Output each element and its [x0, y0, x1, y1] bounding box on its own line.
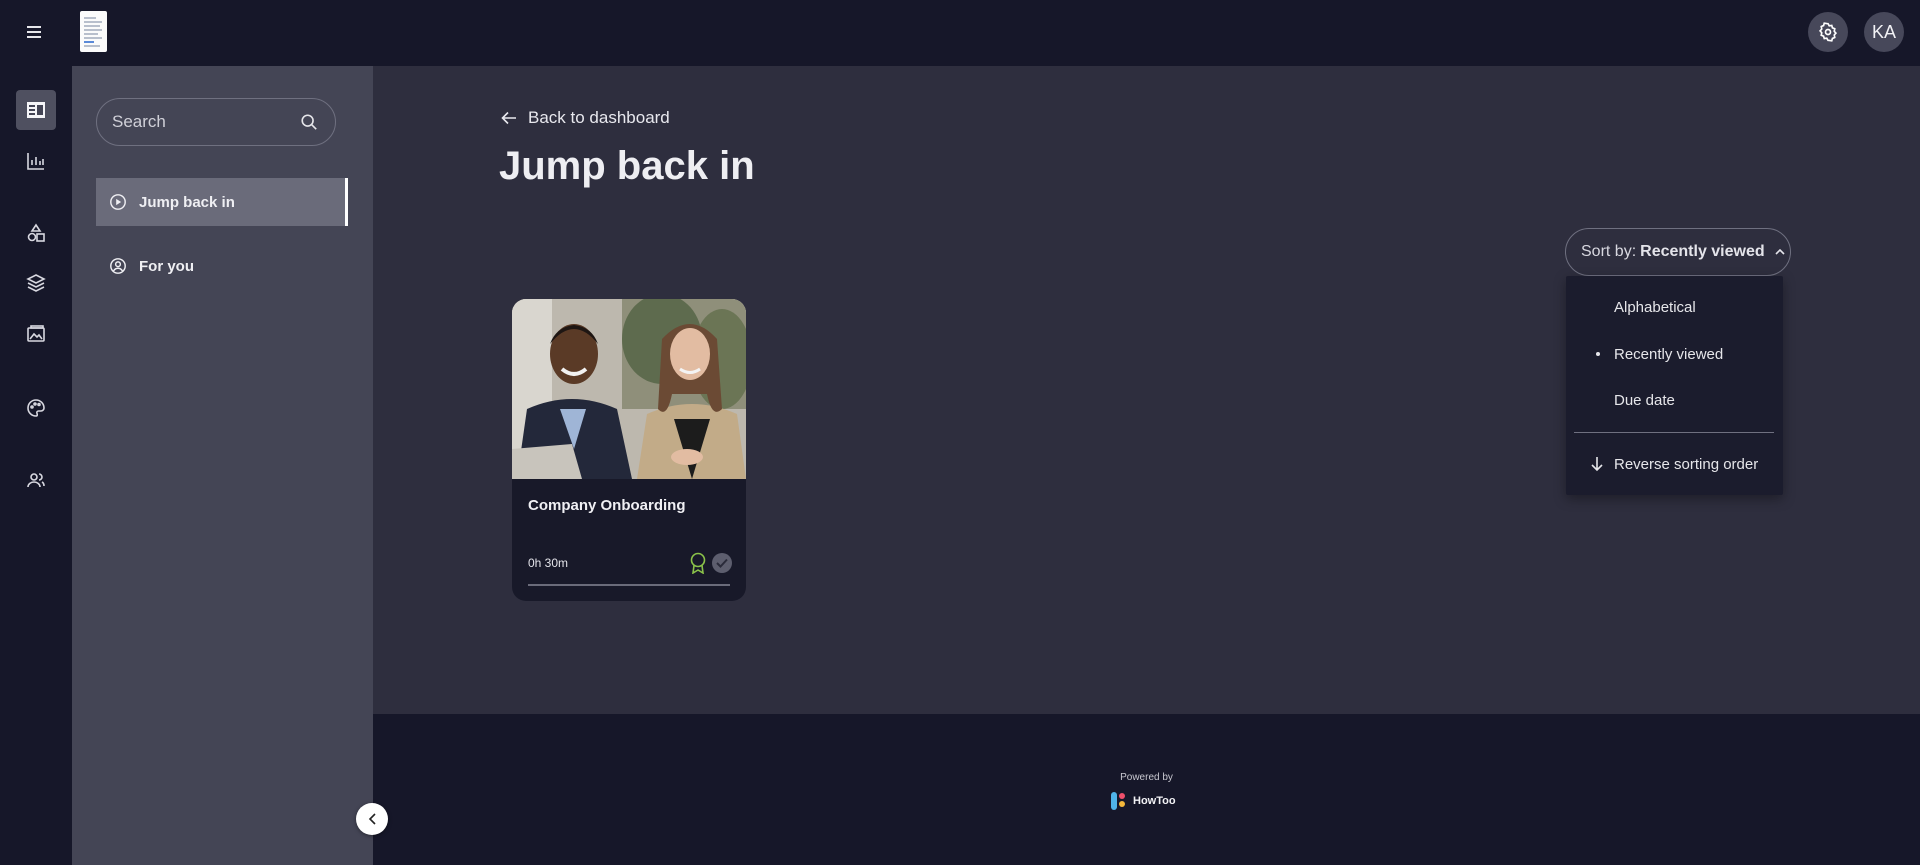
app-logo[interactable]	[80, 11, 107, 52]
reverse-sorting-label: Reverse sorting order	[1614, 455, 1759, 473]
back-to-dashboard-label: Back to dashboard	[528, 108, 670, 127]
menu-icon[interactable]	[22, 20, 46, 44]
rail-users-button[interactable]	[16, 460, 56, 500]
search-icon[interactable]	[299, 112, 319, 132]
footer: Powered by HowToo	[373, 714, 1920, 865]
course-duration: 0h 30m	[528, 556, 569, 570]
sort-dropdown-button[interactable]: Sort by: Recently viewed	[1565, 228, 1791, 276]
sort-menu: Alphabetical Recently viewed Due date Re…	[1566, 276, 1783, 495]
top-bar: KA	[0, 0, 1920, 66]
back-to-dashboard-link[interactable]: Back to dashboard	[501, 108, 670, 128]
page-title: Jump back in	[499, 144, 755, 188]
sort-option-alphabetical[interactable]: Alphabetical	[1566, 287, 1783, 327]
rail-media-button[interactable]	[16, 314, 56, 354]
course-title: Company Onboarding	[528, 497, 686, 514]
reverse-sorting-option[interactable]: Reverse sorting order	[1566, 444, 1783, 484]
image-icon	[27, 325, 45, 342]
rail-shapes-button[interactable]	[16, 213, 56, 253]
arrow-down-icon	[1590, 456, 1606, 472]
sort-option-due-date[interactable]: Due date	[1566, 380, 1783, 420]
book-icon	[27, 102, 45, 118]
course-progress-bar	[528, 584, 730, 586]
search-box[interactable]	[96, 98, 336, 146]
powered-by-label: Powered by	[1120, 772, 1173, 783]
collapse-sidebar-button[interactable]	[356, 803, 388, 835]
avatar[interactable]: KA	[1864, 12, 1904, 52]
sidebar: Jump back in For you	[72, 66, 373, 865]
rail-learning-button[interactable]	[16, 90, 56, 130]
palette-icon	[27, 399, 45, 417]
chevron-up-icon	[1775, 246, 1787, 258]
sort-option-label: Due date	[1614, 391, 1675, 409]
sort-selected-value: Recently viewed	[1640, 243, 1765, 260]
rail-theme-button[interactable]	[16, 388, 56, 428]
sidebar-item-jump-back-in[interactable]: Jump back in	[96, 178, 348, 226]
search-input[interactable]	[112, 112, 292, 132]
selected-bullet-icon	[1596, 352, 1600, 356]
sidebar-item-label: Jump back in	[139, 193, 235, 211]
arrow-left-icon	[501, 109, 519, 127]
brand-name: HowToo	[1133, 795, 1176, 807]
main-content: Back to dashboard Jump back in Sort by: …	[373, 66, 1920, 714]
sort-option-label: Alphabetical	[1614, 298, 1696, 316]
completed-check-icon	[712, 553, 732, 573]
chevron-left-icon	[368, 813, 376, 825]
brand-logo[interactable]: HowToo	[1111, 792, 1176, 810]
certificate-badge-icon	[688, 552, 708, 575]
sort-option-recently-viewed[interactable]: Recently viewed	[1566, 334, 1783, 374]
play-circle-icon	[108, 192, 128, 212]
user-circle-icon	[108, 256, 128, 276]
sort-option-label: Recently viewed	[1614, 345, 1724, 363]
rail-analytics-button[interactable]	[16, 141, 56, 181]
course-thumbnail	[512, 299, 746, 479]
gear-icon	[1818, 22, 1838, 42]
howtoo-logo-icon	[1111, 792, 1127, 810]
rail-layers-button[interactable]	[16, 263, 56, 303]
settings-button[interactable]	[1808, 12, 1848, 52]
course-card[interactable]: Company Onboarding 0h 30m	[512, 299, 746, 601]
bar-chart-icon	[27, 153, 44, 170]
users-icon	[27, 473, 45, 488]
sidebar-item-for-you[interactable]: For you	[96, 242, 348, 290]
shapes-icon	[27, 223, 45, 242]
sort-prefix: Sort by:	[1581, 243, 1637, 260]
sidebar-item-label: For you	[139, 257, 194, 275]
menu-divider	[1574, 432, 1774, 433]
layers-icon	[26, 274, 46, 292]
icon-rail	[0, 66, 72, 865]
